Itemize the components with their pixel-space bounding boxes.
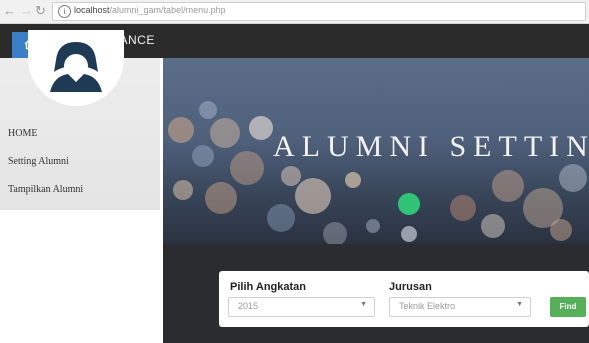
back-arrow-icon[interactable]: ← <box>3 3 16 19</box>
jurusan-label: Jurusan <box>389 281 432 293</box>
angkatan-selected-value: 2015 <box>238 301 259 311</box>
chevron-down-icon: ▼ <box>360 301 367 308</box>
url-text: localhost/alumni_gam/tabel/menu.php <box>74 5 226 15</box>
find-button[interactable]: Find <box>550 297 586 317</box>
sidebar-item-setting-alumni[interactable]: Setting Alumni <box>8 156 69 167</box>
sidebar: HOME Setting Alumni Tampilkan Alumni <box>0 30 160 210</box>
url-host: localhost <box>74 5 110 15</box>
user-avatar-icon <box>28 30 124 106</box>
address-bar[interactable]: i localhost/alumni_gam/tabel/menu.php <box>52 2 586 21</box>
sidebar-item-home[interactable]: HOME <box>8 128 37 139</box>
angkatan-label: Pilih Angkatan <box>230 281 306 293</box>
angkatan-select[interactable]: 2015 ▼ <box>228 297 375 317</box>
hero-title: ALUMNI SETTIN <box>273 130 589 163</box>
jurusan-selected-value: Teknik Elektro <box>399 301 456 311</box>
url-path: /alumni_gam/tabel/menu.php <box>109 5 226 15</box>
jurusan-select[interactable]: Teknik Elektro ▼ <box>389 297 531 317</box>
sidebar-item-tampilkan-alumni[interactable]: Tampilkan Alumni <box>8 184 83 195</box>
info-icon[interactable]: i <box>58 5 71 18</box>
reload-icon[interactable]: ↻ <box>35 3 46 19</box>
filter-card: Pilih Angkatan 2015 ▼ Jurusan Teknik Ele… <box>219 271 589 327</box>
hero-banner: ALUMNI SETTIN <box>163 58 589 244</box>
browser-toolbar: ← → ↻ i localhost/alumni_gam/tabel/menu.… <box>0 0 589 24</box>
chevron-down-icon: ▼ <box>516 301 523 308</box>
forward-arrow-icon[interactable]: → <box>20 3 33 19</box>
